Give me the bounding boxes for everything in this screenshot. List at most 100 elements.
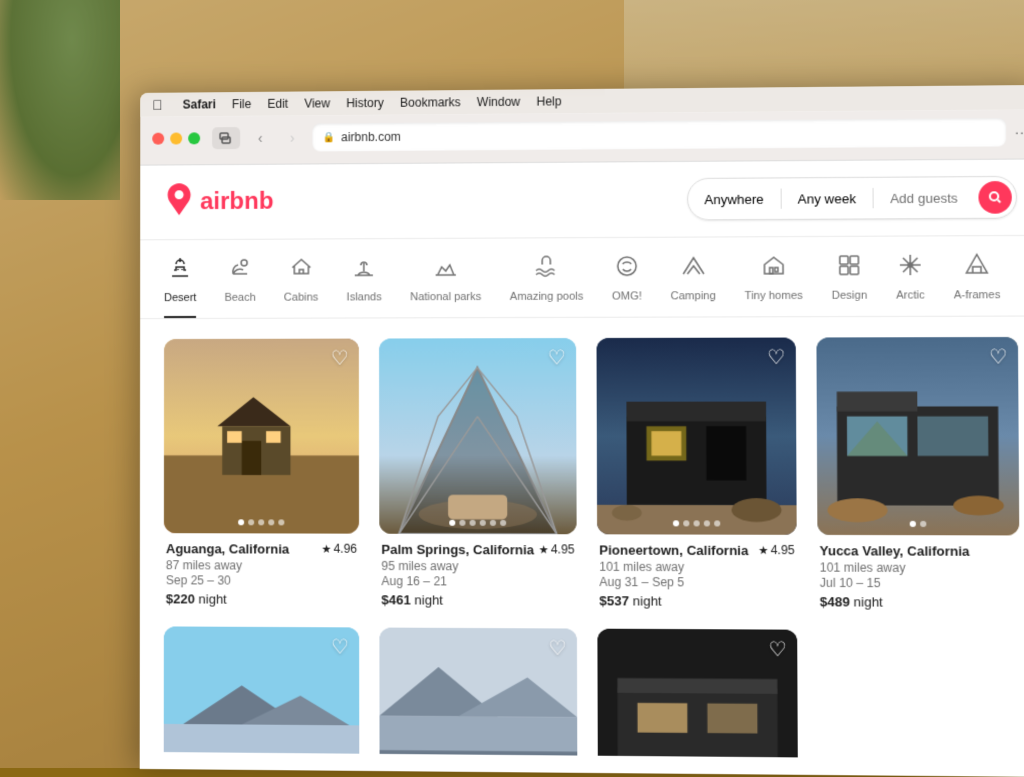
back-button[interactable]: ‹ xyxy=(248,127,272,149)
listing-aguanga-location: Aguanga, California xyxy=(166,541,289,556)
listing-aguanga-dots xyxy=(238,519,284,525)
arctic-icon xyxy=(898,253,923,284)
national-parks-label: National parks xyxy=(410,291,481,303)
more-options-button[interactable]: ··· xyxy=(1014,124,1024,140)
listing-pioneertown[interactable]: ♡ Pioneertown, California xyxy=(597,338,798,610)
category-a-frames[interactable]: A-frames xyxy=(954,252,1001,315)
listing-yucca-valley[interactable]: ♡ Yucca Valley, California 101 miles awa… xyxy=(816,337,1019,610)
camping-label: Camping xyxy=(671,290,716,302)
any-week-button[interactable]: Any week xyxy=(781,182,872,214)
menu-view[interactable]: View xyxy=(304,96,330,110)
address-bar[interactable]: 🔒 airbnb.com xyxy=(312,118,1006,152)
listing-aguanga-info: Aguanga, California ★ 4.96 87 miles away… xyxy=(164,541,359,607)
listing-pioneertown-dates: Aug 31 – Sep 5 xyxy=(599,575,795,590)
search-bar[interactable]: Anywhere Any week Add guests xyxy=(687,176,1017,221)
listing-pioneertown-location: Pioneertown, California xyxy=(599,542,748,558)
laptop-screen:  Safari File Edit View History Bookmark… xyxy=(140,85,1024,777)
category-camping[interactable]: Camping xyxy=(670,254,715,317)
listing-pioneertown-info: Pioneertown, California ★ 4.95 101 miles… xyxy=(597,542,797,609)
menu-history[interactable]: History xyxy=(346,96,384,110)
category-tiny-homes[interactable]: Tiny homes xyxy=(744,253,802,316)
listings-grid: ♡ Aguanga, California xyxy=(140,317,1024,760)
listing-palm-springs-distance: 95 miles away xyxy=(381,559,574,574)
listing-aguanga[interactable]: ♡ Aguanga, California xyxy=(164,339,359,608)
url-text: airbnb.com xyxy=(341,130,401,144)
airbnb-header: airbnb Anywhere Any week Add guests xyxy=(140,159,1024,240)
category-amazing-pools[interactable]: Amazing pools xyxy=(510,254,584,317)
listing-7-favorite[interactable]: ♡ xyxy=(768,640,787,661)
listing-aguanga-dates: Sep 25 – 30 xyxy=(166,573,357,588)
listing-aguanga-rating: ★ 4.96 xyxy=(321,542,357,556)
listing-yucca-location: Yucca Valley, California xyxy=(820,543,970,559)
listing-yucca-info: Yucca Valley, California 101 miles away … xyxy=(817,543,1019,610)
arctic-label: Arctic xyxy=(896,289,925,301)
listing-aguanga-distance: 87 miles away xyxy=(166,558,357,573)
minimize-button[interactable] xyxy=(170,132,182,144)
cabins-icon xyxy=(289,256,313,286)
tiny-homes-label: Tiny homes xyxy=(745,290,803,302)
listing-palm-springs[interactable]: ♡ Palm Springs, California xyxy=(379,338,577,608)
listing-yucca-dates: Jul 10 – 15 xyxy=(820,576,1018,591)
menu-safari[interactable]: Safari xyxy=(183,97,216,111)
desert-label: Desert xyxy=(164,292,196,304)
tab-group-button[interactable] xyxy=(212,127,240,149)
airbnb-page: airbnb Anywhere Any week Add guests xyxy=(140,159,1024,776)
anywhere-button[interactable]: Anywhere xyxy=(688,183,780,215)
design-icon xyxy=(837,253,862,284)
listing-6-favorite[interactable]: ♡ xyxy=(548,639,566,659)
omg-icon xyxy=(615,254,640,284)
islands-label: Islands xyxy=(347,291,382,303)
tiny-homes-icon xyxy=(761,253,786,284)
menu-window[interactable]: Window xyxy=(477,95,520,109)
category-arctic[interactable]: Arctic xyxy=(896,253,925,316)
menu-help[interactable]: Help xyxy=(536,94,561,108)
listing-palm-springs-dates: Aug 16 – 21 xyxy=(381,574,574,589)
beach-icon xyxy=(228,256,252,286)
listing-pioneertown-favorite[interactable]: ♡ xyxy=(767,348,786,368)
listing-5-favorite[interactable]: ♡ xyxy=(331,637,349,657)
listing-6[interactable]: ♡ xyxy=(379,628,577,760)
category-cabins[interactable]: Cabins xyxy=(284,255,318,317)
category-design[interactable]: Design xyxy=(832,253,868,316)
desert-icon xyxy=(168,256,192,286)
fullscreen-button[interactable] xyxy=(188,132,200,144)
forward-button[interactable]: › xyxy=(280,127,304,149)
listing-pioneertown-dots xyxy=(673,520,720,526)
star-icon: ★ xyxy=(321,542,331,555)
search-submit-button[interactable] xyxy=(978,181,1012,214)
airbnb-logo-icon xyxy=(164,183,194,222)
category-nav: Desert Beach xyxy=(140,236,1024,319)
add-guests-button[interactable]: Add guests xyxy=(873,182,974,214)
listing-yucca-favorite[interactable]: ♡ xyxy=(989,347,1008,367)
listing-aguanga-price: $220 night xyxy=(166,591,357,607)
listing-pioneertown-rating: ★ 4.95 xyxy=(758,543,794,557)
category-islands[interactable]: Islands xyxy=(347,255,382,317)
close-button[interactable] xyxy=(152,133,164,145)
category-desert[interactable]: Desert xyxy=(164,256,196,318)
listing-aguanga-image: ♡ xyxy=(164,339,359,534)
listing-palm-springs-dots xyxy=(449,520,506,526)
listing-palm-springs-favorite[interactable]: ♡ xyxy=(548,348,566,368)
category-national-parks[interactable]: National parks xyxy=(410,255,481,318)
listing-7[interactable]: ♡ xyxy=(597,629,798,760)
menu-file[interactable]: File xyxy=(232,97,251,111)
lock-icon: 🔒 xyxy=(322,132,335,143)
category-omg[interactable]: OMG! xyxy=(612,254,642,317)
listing-5[interactable]: ♡ xyxy=(164,626,360,759)
category-beach[interactable]: Beach xyxy=(224,256,255,318)
menu-edit[interactable]: Edit xyxy=(267,97,288,111)
listing-yucca-dots xyxy=(910,521,927,527)
listing-aguanga-favorite[interactable]: ♡ xyxy=(331,349,349,369)
listing-7-image: ♡ xyxy=(597,629,798,760)
menu-bookmarks[interactable]: Bookmarks xyxy=(400,95,461,110)
listing-pioneertown-distance: 101 miles away xyxy=(599,560,795,575)
browser-toolbar: ‹ › 🔒 airbnb.com ··· xyxy=(152,118,1024,153)
listing-yucca-image: ♡ xyxy=(816,337,1019,535)
screen-content:  Safari File Edit View History Bookmark… xyxy=(140,85,1024,777)
airbnb-logo[interactable]: airbnb xyxy=(164,182,273,222)
listing-palm-springs-image: ♡ xyxy=(379,338,577,534)
airbnb-logo-text: airbnb xyxy=(200,188,273,216)
traffic-lights xyxy=(152,132,200,144)
amazing-pools-icon xyxy=(534,254,559,284)
apple-menu[interactable]:  xyxy=(152,97,162,113)
